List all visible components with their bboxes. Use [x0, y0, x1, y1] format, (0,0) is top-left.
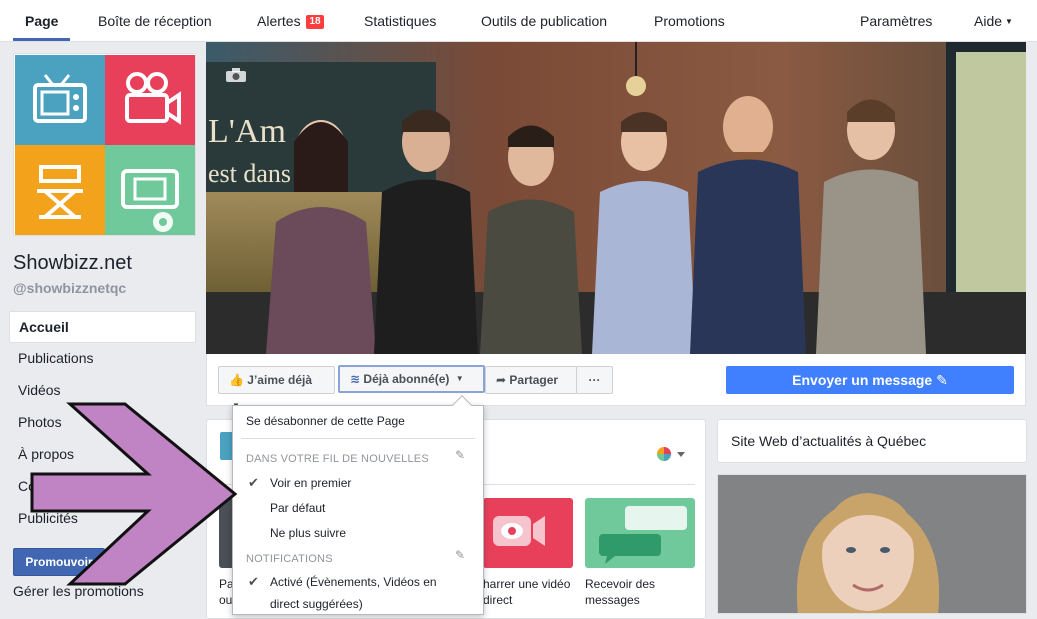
setup-tile-video-text-1: harrer une vidéo: [483, 577, 571, 591]
chat-bubbles-icon: [599, 506, 687, 564]
cover-wall-text-1: L'Am: [208, 113, 286, 150]
edit-pencil-icon[interactable]: ✎: [455, 448, 465, 462]
purple-arrow-annotation: [30, 402, 238, 586]
nav-active-indicator: [13, 38, 70, 41]
setup-tile-messages-text-1: Recevoir des: [585, 577, 656, 591]
featured-photo[interactable]: [717, 474, 1027, 614]
following-button-label: Déjà abonné(e): [363, 372, 450, 386]
dropdown-separator: [241, 438, 475, 439]
like-button-label: J’aime déjà: [247, 373, 313, 387]
like-button[interactable]: 👍 J’aime déjà ▼: [218, 366, 335, 410]
featured-photo-image: [718, 475, 1026, 613]
setup-tile-video-text-2: direct: [483, 593, 513, 607]
following-button[interactable]: ≋ Déjà abonné(e) ▼: [338, 365, 485, 393]
unfollow-page-item[interactable]: Se désabonner de cette Page: [233, 414, 483, 428]
default-item[interactable]: Par défaut: [233, 501, 483, 515]
nav-statistics[interactable]: Statistiques: [364, 0, 436, 42]
caret-down-icon: ▼: [1005, 17, 1013, 26]
more-options-button[interactable]: ···: [576, 366, 613, 394]
notifications-on-item-line1[interactable]: Activé (Évènements, Vidéos en: [233, 575, 483, 589]
share-arrow-icon: ➦: [496, 373, 507, 387]
thumbs-up-icon: 👍: [229, 373, 244, 387]
see-first-item[interactable]: Voir en premier: [233, 476, 483, 490]
rss-icon: ≋: [350, 372, 361, 386]
caret-down-icon: ▼: [455, 374, 464, 383]
tv-icon: [15, 55, 105, 145]
send-message-label: Envoyer un message: [792, 372, 933, 388]
news-feed-header: DANS VOTRE FIL DE NOUVELLES: [246, 453, 429, 465]
send-message-button[interactable]: Envoyer un message ✎: [726, 366, 1014, 394]
page-profile-picture[interactable]: [13, 53, 196, 236]
nav-publishing-tools[interactable]: Outils de publication: [481, 0, 607, 42]
setup-tile-video[interactable]: [483, 498, 573, 568]
setup-tile-messages[interactable]: [585, 498, 695, 568]
share-button-label: Partager: [509, 373, 559, 387]
notifications-header: NOTIFICATIONS: [246, 553, 333, 565]
nav-settings[interactable]: Paramètres: [860, 0, 932, 42]
alerts-count-badge: 18: [306, 15, 324, 29]
pencil-icon: ✎: [936, 372, 948, 388]
top-navigation: Page Boîte de réception Alertes 18 Stati…: [0, 0, 1037, 42]
edit-pencil-icon[interactable]: ✎: [455, 548, 465, 562]
nav-promotions[interactable]: Promotions: [654, 0, 725, 42]
pie-chart-icon[interactable]: [656, 446, 686, 467]
left-nav-home[interactable]: Accueil: [9, 311, 196, 343]
nav-alerts[interactable]: Alertes 18: [257, 0, 324, 42]
video-camera-icon: [493, 516, 545, 546]
nav-page[interactable]: Page: [25, 0, 58, 42]
nav-alerts-label: Alertes: [257, 13, 301, 29]
share-button[interactable]: ➦ Partager: [485, 366, 577, 394]
camera-icon[interactable]: [226, 68, 246, 87]
setup-tile-messages-text-2: messages: [585, 593, 640, 607]
left-nav-posts[interactable]: Publications: [9, 343, 196, 375]
page-title: Showbizz.net: [13, 252, 132, 274]
ticket-icon: [105, 145, 195, 235]
nav-help-label: Aide: [974, 13, 1003, 29]
cover-photo[interactable]: L'Am est dans: [206, 42, 1026, 354]
nav-help[interactable]: Aide ▼: [974, 0, 1013, 42]
page-category-title[interactable]: Site Web d’actualités à Québec: [731, 433, 926, 449]
nav-inbox[interactable]: Boîte de réception: [98, 0, 212, 42]
movie-camera-icon: [105, 55, 195, 145]
notifications-on-item-line2[interactable]: direct suggérées): [233, 597, 483, 611]
director-chair-icon: [15, 145, 105, 235]
page-username[interactable]: @showbizznetqc: [13, 280, 126, 296]
cover-photo-image: L'Am est dans: [206, 42, 1026, 354]
unfollow-feed-item[interactable]: Ne plus suivre: [233, 526, 483, 540]
cover-wall-text-2: est dans: [208, 159, 291, 188]
following-dropdown-menu: Se désabonner de cette Page DANS VOTRE F…: [232, 405, 484, 615]
page-category-card: Site Web d’actualités à Québec: [717, 419, 1027, 463]
